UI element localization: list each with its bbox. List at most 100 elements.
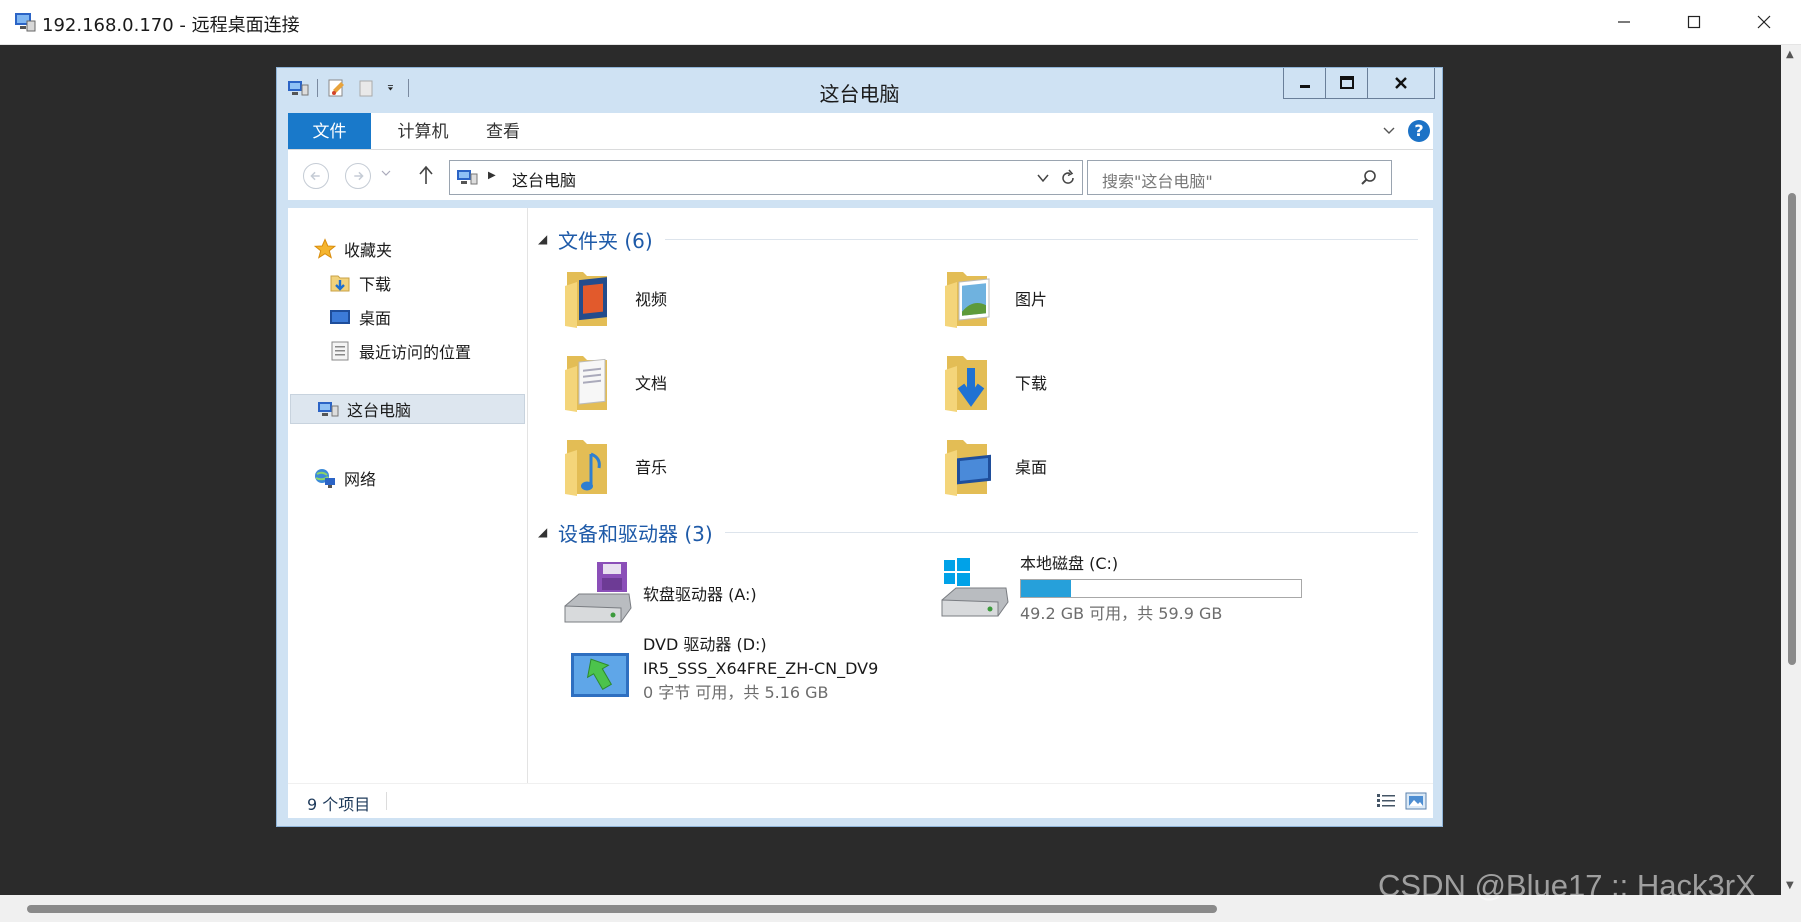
folder-tile-music[interactable]: 音乐 [561,434,667,498]
video-folder-icon [565,272,607,328]
collapse-triangle-icon[interactable]: ◢ [538,232,558,246]
drive-tile-dvd-d[interactable]: DVD 驱动器 (D:) IR5_SSS_X64FRE_ZH-CN_DV9 0 … [561,633,878,709]
rdp-maximize-button[interactable] [1660,0,1728,44]
search-input[interactable]: 搜索"这台电脑" [1087,160,1392,195]
drive-free-space: 49.2 GB 可用，共 59.9 GB [1020,604,1223,623]
remote-desktop-icon [15,13,36,32]
nav-item-desktop[interactable]: 桌面 [329,302,391,332]
nav-label: 这台电脑 [347,401,412,420]
drive-info: DVD 驱动器 (D:) IR5_SSS_X64FRE_ZH-CN_DV9 0 … [643,633,878,709]
expand-ribbon-chevron-icon[interactable] [1381,123,1397,139]
disk-usage-fill [1021,580,1072,597]
breadcrumb-this-pc[interactable]: 这台电脑 [512,167,576,191]
navigation-bar: ▶ 这台电脑 搜索"这台电脑" [288,150,1433,200]
nav-label: 收藏夹 [344,241,393,260]
folder-tile-videos[interactable]: 视频 [561,266,667,330]
drive-info: 软盘驱动器 (A:) [643,583,757,607]
status-bar: 9 个项目 [288,783,1433,818]
computer-icon [318,402,339,417]
scroll-down-arrow-icon[interactable]: ▼ [1786,880,1794,891]
explorer-titlebar: 这台电脑 [277,68,1442,112]
drive-name: 本地磁盘 (C:) [1020,554,1119,573]
scrollbar-corner [1781,895,1801,922]
nav-label: 最近访问的位置 [359,343,472,362]
close-icon [1395,77,1407,89]
drive-volume-label: IR5_SSS_X64FRE_ZH-CN_DV9 [643,659,879,678]
group-header-folders[interactable]: ◢ 文件夹 (6) [538,224,1418,254]
explorer-title: 这台电脑 [819,82,900,106]
up-arrow-icon[interactable] [416,164,436,186]
desktop-icon [330,310,350,324]
vertical-scroll-thumb[interactable] [1788,193,1796,665]
local-disk-icon [941,558,1009,617]
address-dropdown-icon[interactable] [1037,173,1049,183]
explorer-minimize-button[interactable] [1284,68,1326,98]
details-view-icon[interactable] [1375,792,1397,810]
folder-tile-documents[interactable]: 文档 [561,350,667,414]
nav-item-recent-places[interactable]: 最近访问的位置 [329,336,471,366]
search-icon[interactable] [1360,169,1378,187]
explorer-close-button[interactable] [1368,68,1434,98]
scroll-up-arrow-icon[interactable]: ▲ [1786,49,1794,60]
navigation-pane: 收藏夹 下载 桌面 最近访问的位置 这台电脑 网络 [288,208,528,783]
rdp-minimize-button[interactable] [1590,0,1658,44]
minimize-icon [1299,85,1310,88]
horizontal-scroll-thumb[interactable] [27,905,1217,913]
nav-item-network[interactable]: 网络 [314,463,376,493]
desktop-folder-icon [945,440,991,496]
rdp-titlebar: 192.168.0.170 - 远程桌面连接 [0,0,1801,45]
nav-item-favorites[interactable]: 收藏夹 [314,234,392,264]
explorer-window: 这台电脑 文件 计算机 查看 ? ▶ 这台电脑 搜索"这台电脑" 收藏夹 下载 … [276,67,1443,827]
maximize-icon [1687,15,1701,29]
folder-label: 音乐 [635,458,668,477]
recent-locations-chevron-icon[interactable] [381,168,391,178]
downloads-icon [330,275,350,292]
nav-item-this-pc[interactable]: 这台电脑 [290,394,525,424]
rdp-vertical-scrollbar[interactable]: ▲ ▼ [1781,45,1801,895]
drive-name: DVD 驱动器 (D:) [643,635,767,654]
folder-tile-desktop[interactable]: 桌面 [941,434,1047,498]
group-title: 设备和驱动器 (3) [558,521,713,546]
folder-label: 视频 [635,290,668,309]
group-divider [664,238,1418,240]
group-header-devices[interactable]: ◢ 设备和驱动器 (3) [538,517,1418,547]
large-icons-view-icon[interactable] [1405,792,1427,810]
status-divider [386,792,387,810]
documents-folder-icon [565,356,607,412]
drive-tile-local-disk-c[interactable]: 本地磁盘 (C:) 49.2 GB 可用，共 59.9 GB [938,552,1302,626]
group-title: 文件夹 (6) [558,228,653,253]
content-pane: ◢ 文件夹 (6) 视频 图片 文档 下载 音乐 桌面 ◢ 设备和驱动器 (3)… [528,208,1433,783]
search-placeholder: 搜索"这台电脑" [1102,172,1213,191]
drive-info: 本地磁盘 (C:) 49.2 GB 可用，共 59.9 GB [1020,552,1302,626]
dvd-drive-icon [571,653,629,697]
floppy-drive-icon [564,562,632,623]
drive-tile-floppy[interactable]: 软盘驱动器 (A:) [561,560,757,630]
computer-icon [457,170,478,185]
downloads-folder-icon [945,356,987,412]
address-bar[interactable]: ▶ 这台电脑 [449,160,1083,195]
maximize-icon [1339,76,1354,89]
group-divider [724,531,1418,533]
minimize-icon [1618,21,1630,23]
drive-free-space: 0 字节 可用，共 5.16 GB [643,683,829,702]
collapse-triangle-icon[interactable]: ◢ [538,525,558,539]
nav-item-downloads[interactable]: 下载 [329,268,391,298]
back-arrow-icon[interactable] [303,163,329,189]
close-icon [1757,15,1771,29]
tab-file[interactable]: 文件 [288,113,371,149]
refresh-icon[interactable] [1060,169,1076,187]
forward-arrow-icon[interactable] [345,163,371,189]
network-icon [315,469,335,488]
tab-view[interactable]: 查看 [473,113,533,149]
rdp-window-title: 192.168.0.170 - 远程桌面连接 [42,15,300,36]
explorer-window-controls [1283,68,1435,99]
folder-tile-pictures[interactable]: 图片 [941,266,1047,330]
tab-computer[interactable]: 计算机 [383,113,463,149]
help-icon[interactable]: ? [1408,120,1430,142]
nav-label: 网络 [344,470,377,489]
breadcrumb-chevron-icon[interactable]: ▶ [488,170,496,181]
rdp-close-button[interactable] [1730,0,1798,44]
explorer-maximize-button[interactable] [1326,68,1368,98]
folder-tile-downloads[interactable]: 下载 [941,350,1047,414]
drive-name: 软盘驱动器 (A:) [643,585,757,604]
